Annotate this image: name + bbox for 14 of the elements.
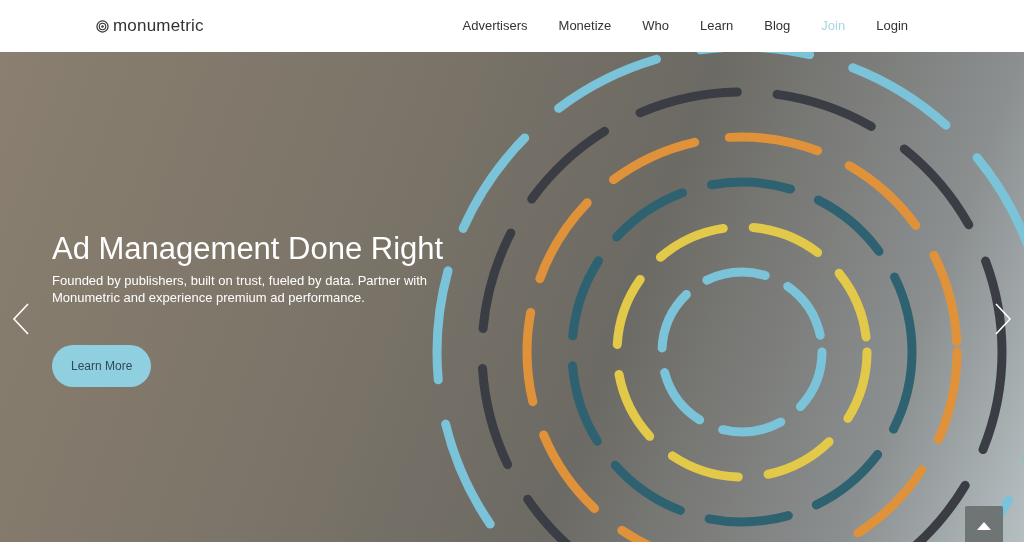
caret-up-icon	[977, 522, 991, 530]
previous-arrow-icon[interactable]	[12, 302, 30, 336]
logo-icon	[96, 19, 109, 33]
nav-link[interactable]: Blog	[764, 16, 791, 36]
next-arrow-icon[interactable]	[994, 302, 1012, 336]
nav-link[interactable]: Login	[876, 16, 908, 36]
brand-name[interactable]: monumetric	[113, 13, 204, 39]
nav-link[interactable]: Advertisers	[462, 16, 528, 36]
nav-link[interactable]: Who	[642, 16, 670, 36]
hero-subtitle: Founded by publishers, built on trust, fueled by data. Partner with Monumetric and experience premium ad performance.	[52, 273, 429, 307]
nav-link[interactable]: Learn	[700, 16, 734, 36]
back-to-top-button[interactable]	[965, 506, 1003, 542]
nav-link[interactable]: Monetize	[558, 16, 612, 36]
hero-title: Ad Management Done Right	[52, 230, 445, 268]
